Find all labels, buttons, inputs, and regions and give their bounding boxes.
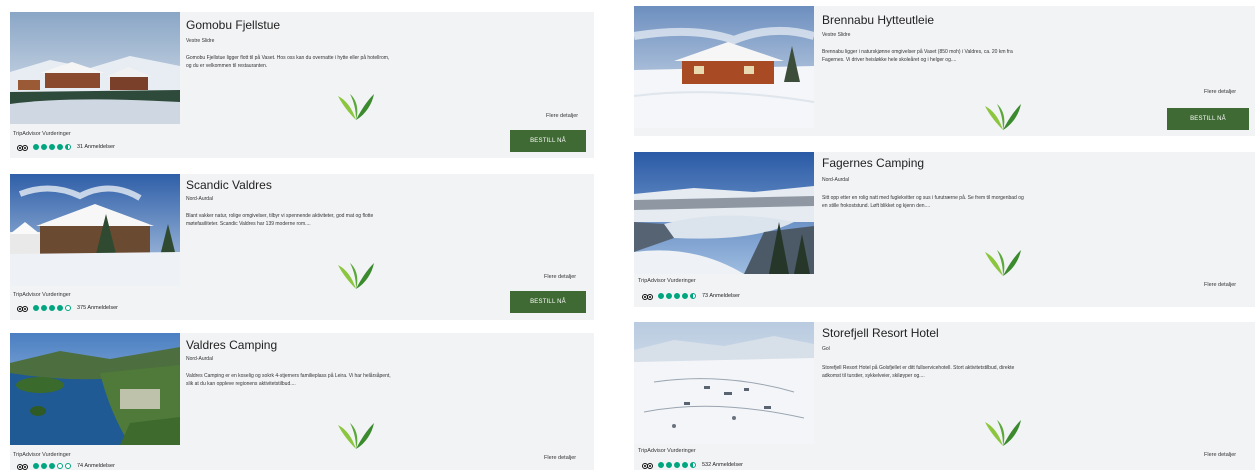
tripadvisor-owl-icon <box>17 305 28 312</box>
rating-bubble <box>49 463 55 469</box>
listing-description: Valdres Camping er en koselig og sokrk 4… <box>186 373 391 387</box>
rating-bubble <box>658 293 664 299</box>
listing-card-brennabu[interactable]: Brennabu Hytteutleie Vestre Slidre Brenn… <box>634 6 1255 136</box>
rating-bubbles <box>658 462 696 468</box>
tripadvisor-label: TripAdvisor Vurderinger <box>13 292 71 298</box>
more-details-link[interactable]: Flere detaljer <box>546 113 578 119</box>
book-now-button[interactable]: BESTILL NÅ <box>510 130 586 152</box>
listing-description: Storefjell Resort Hotel på Golsfjellet e… <box>822 365 1015 379</box>
listing-title[interactable]: Fagernes Camping <box>822 156 924 170</box>
rating-bubble <box>49 305 55 311</box>
listing-photo[interactable] <box>10 12 180 124</box>
rating-bubble <box>33 463 39 469</box>
rating-bubbles <box>33 463 71 469</box>
leaf-logo-icon <box>985 250 1021 276</box>
listing-description: Gomobu Fjellstue ligger flott til på Vas… <box>186 55 390 69</box>
rating-bubble <box>690 293 696 299</box>
rating-bubble <box>33 305 39 311</box>
more-details-link[interactable]: Flere detaljer <box>1204 452 1236 458</box>
listing-location: Vestre Slidre <box>822 32 851 38</box>
rating-bubble <box>65 144 71 150</box>
rating-bubble <box>666 293 672 299</box>
leaf-logo-icon <box>985 104 1021 130</box>
review-count[interactable]: 375 Anmeldelser <box>77 305 118 311</box>
listing-title[interactable]: Storefjell Resort Hotel <box>822 326 939 340</box>
tripadvisor-owl-icon <box>642 293 653 300</box>
leaf-logo-icon <box>338 423 374 449</box>
more-details-link[interactable]: Flere detaljer <box>1204 282 1236 288</box>
tripadvisor-rating[interactable]: 532 Anmeldelser <box>642 461 743 469</box>
listing-card-gomobu[interactable]: Gomobu Fjellstue Vestre Slidre Gomobu Fj… <box>10 12 594 158</box>
tripadvisor-owl-icon <box>17 144 28 151</box>
listing-description: Sitt opp etter en rolig natt med fuglekv… <box>822 195 1024 209</box>
listing-location: Nord-Aurdal <box>822 177 849 183</box>
more-details-link[interactable]: Flere detaljer <box>544 274 576 280</box>
listing-card-storefjell[interactable]: Storefjell Resort Hotel Gol Storefjell R… <box>634 322 1255 470</box>
listing-photo[interactable] <box>634 322 814 444</box>
review-count[interactable]: 74 Anmeldelser <box>77 463 115 469</box>
leaf-logo-icon <box>985 420 1021 446</box>
listing-location: Gol <box>822 346 830 352</box>
tripadvisor-rating[interactable]: 74 Anmeldelser <box>17 462 115 470</box>
rating-bubble <box>682 293 688 299</box>
rating-bubble <box>57 463 63 469</box>
rating-bubble <box>33 144 39 150</box>
rating-bubbles <box>33 144 71 150</box>
listing-description: Brennabu ligger i naturskjønne omgivelse… <box>822 49 1013 63</box>
listing-card-scandic-valdres[interactable]: Scandic Valdres Nord-Aurdal Blant vakker… <box>10 174 594 320</box>
rating-bubbles <box>658 293 696 299</box>
listing-photo[interactable] <box>10 174 180 286</box>
rating-bubble <box>57 144 63 150</box>
listing-photo[interactable] <box>634 6 814 128</box>
rating-bubble <box>674 293 680 299</box>
leaf-logo-icon <box>338 94 374 120</box>
leaf-logo-icon <box>338 263 374 289</box>
tripadvisor-rating[interactable]: 375 Anmeldelser <box>17 304 118 312</box>
listing-location: Nord-Aurdal <box>186 356 213 362</box>
rating-bubble <box>674 462 680 468</box>
listing-title[interactable]: Gomobu Fjellstue <box>186 18 280 32</box>
tripadvisor-label: TripAdvisor Vurderinger <box>638 448 696 454</box>
tripadvisor-label: TripAdvisor Vurderinger <box>13 452 71 458</box>
review-count[interactable]: 73 Anmeldelser <box>702 293 740 299</box>
book-now-button[interactable]: BESTILL NÅ <box>1167 108 1249 130</box>
book-now-button[interactable]: BESTILL NÅ <box>510 291 586 313</box>
listing-title[interactable]: Brennabu Hytteutleie <box>822 13 934 27</box>
rating-bubble <box>666 462 672 468</box>
rating-bubble <box>65 305 71 311</box>
listing-card-valdres-camping[interactable]: Valdres Camping Nord-Aurdal Valdres Camp… <box>10 333 594 470</box>
more-details-link[interactable]: Flere detaljer <box>544 455 576 461</box>
rating-bubble <box>41 305 47 311</box>
listing-title[interactable]: Valdres Camping <box>186 338 277 352</box>
tripadvisor-label: TripAdvisor Vurderinger <box>13 131 71 137</box>
rating-bubble <box>49 144 55 150</box>
rating-bubble <box>41 144 47 150</box>
listing-location: Nord-Aurdal <box>186 196 213 202</box>
listing-photo[interactable] <box>10 333 180 445</box>
tripadvisor-label: TripAdvisor Vurderinger <box>638 278 696 284</box>
rating-bubble <box>41 463 47 469</box>
review-count[interactable]: 532 Anmeldelser <box>702 462 743 468</box>
review-count[interactable]: 31 Anmeldelser <box>77 144 115 150</box>
tripadvisor-owl-icon <box>642 462 653 469</box>
tripadvisor-owl-icon <box>17 463 28 470</box>
rating-bubble <box>57 305 63 311</box>
rating-bubbles <box>33 305 71 311</box>
tripadvisor-rating[interactable]: 73 Anmeldelser <box>642 292 740 300</box>
more-details-link[interactable]: Flere detaljer <box>1204 89 1236 95</box>
rating-bubble <box>658 462 664 468</box>
rating-bubble <box>682 462 688 468</box>
listing-description: Blant vakker natur, rolige omgivelser, t… <box>186 213 374 227</box>
rating-bubble <box>690 462 696 468</box>
listing-card-fagernes-camping[interactable]: Fagernes Camping Nord-Aurdal Sitt opp et… <box>634 152 1255 307</box>
listing-photo[interactable] <box>634 152 814 274</box>
tripadvisor-rating[interactable]: 31 Anmeldelser <box>17 143 115 151</box>
listing-title[interactable]: Scandic Valdres <box>186 178 272 192</box>
rating-bubble <box>65 463 71 469</box>
listing-location: Vestre Slidre <box>186 38 215 44</box>
